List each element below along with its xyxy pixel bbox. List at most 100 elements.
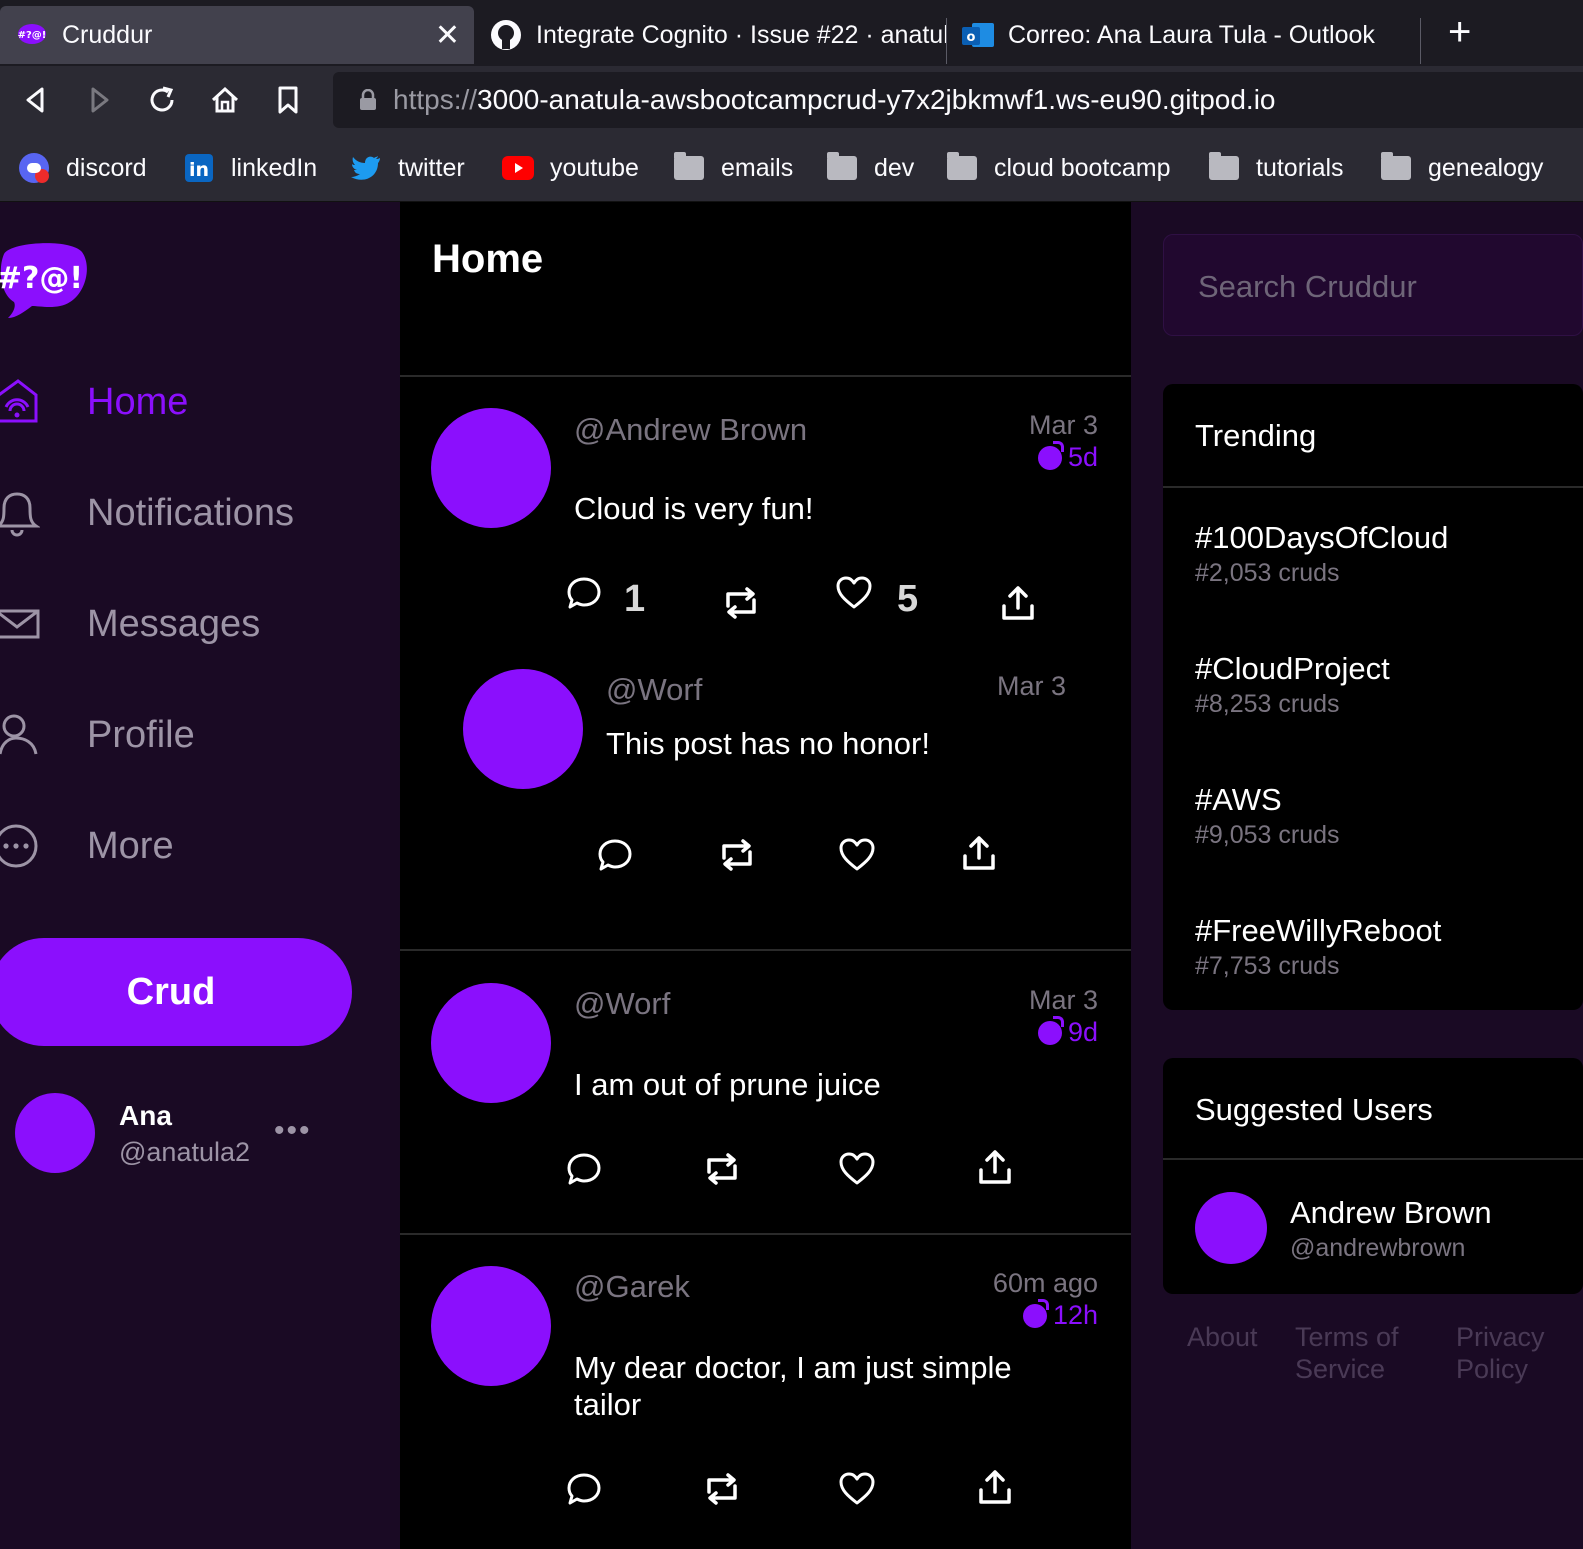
like-icon[interactable] [838,836,876,874]
bookmark-folder-dev[interactable]: dev [826,152,914,184]
share-icon[interactable] [960,834,998,872]
reply-icon[interactable] [565,1150,603,1188]
trending-item-tag[interactable]: #FreeWillyReboot [1195,913,1441,949]
bomb-icon [1022,1298,1049,1328]
sidebar-item-more[interactable]: More [0,816,174,876]
post-expires: 9d [1037,1015,1098,1048]
home-icon [0,377,40,427]
like-icon[interactable] [838,1150,876,1188]
folder-icon [673,152,705,182]
bookmarks-bar: discord in linkedIn twitter youtube emai… [0,134,1583,202]
search-input[interactable]: Search Cruddur [1163,234,1583,336]
bookmark-youtube[interactable]: youtube [502,152,639,184]
avatar[interactable] [15,1093,95,1173]
share-icon[interactable] [999,584,1037,622]
post-handle[interactable]: @Worf [574,986,670,1022]
post-expires: 5d [1037,440,1098,473]
reply-date: Mar 3 [996,671,1066,701]
bookmark-discord[interactable]: discord [18,152,147,184]
sidebar-item-profile[interactable]: Profile [0,705,195,765]
url-text: https://3000-anatula-awsbootcampcrud-y7x… [393,84,1276,115]
current-user-handle: @anatula2 [119,1137,251,1167]
repost-icon[interactable] [718,836,756,874]
twitter-icon [350,154,382,182]
avatar[interactable] [431,408,551,528]
repost-icon[interactable] [703,1470,741,1508]
trending-item-count: #8,253 cruds [1195,690,1340,718]
new-tab-button[interactable]: + [1448,12,1471,52]
bookmark-linkedin[interactable]: in linkedIn [183,152,317,184]
bookmark-twitter[interactable]: twitter [350,152,465,184]
sidebar-item-home[interactable]: Home [0,372,188,432]
svg-text:in: in [189,159,209,181]
browser-tabbar: #?@! Cruddur ✕ Integrate Cognito · Issue… [0,0,1583,66]
url-bar[interactable]: https://3000-anatula-awsbootcampcrud-y7x… [333,72,1583,128]
suggested-user-handle: @andrewbrown [1290,1234,1466,1262]
avatar[interactable] [431,983,551,1103]
tab-outlook[interactable]: o Correo: Ana Laura Tula - Outlook [946,6,1420,64]
avatar[interactable] [1195,1192,1267,1264]
reply-icon[interactable] [565,1470,603,1508]
lock-icon [360,89,376,110]
sidebar-item-messages[interactable]: Messages [0,594,260,654]
footer-link-terms[interactable]: Terms of Service [1295,1321,1425,1385]
forward-icon[interactable] [83,84,115,116]
cruddur-logo[interactable]: #?@! [0,240,90,320]
avatar[interactable] [431,1266,551,1386]
linkedin-icon: in [183,154,215,182]
crud-button[interactable]: Crud [0,938,352,1046]
repost-icon[interactable] [703,1150,741,1188]
footer-link-about[interactable]: About [1187,1321,1258,1353]
avatar[interactable] [463,669,583,789]
trending-title: Trending [1195,418,1317,453]
current-user-name: Ana [119,1100,172,1131]
like-icon[interactable] [835,574,873,612]
share-icon[interactable] [976,1468,1014,1506]
post-handle[interactable]: @Andrew Brown [574,412,807,448]
post-expires: 12h [1022,1298,1098,1331]
sidebar-item-label: Profile [87,713,195,756]
trending-item-tag[interactable]: #CloudProject [1195,651,1390,687]
reply-icon[interactable] [596,836,634,874]
trending-item-tag[interactable]: #100DaysOfCloud [1195,520,1448,556]
bomb-icon [1037,440,1064,470]
like-count: 5 [897,578,919,620]
sidebar-item-label: Notifications [87,491,294,534]
reply-icon[interactable] [565,574,603,612]
svg-text:#?@!: #?@! [18,30,47,41]
like-icon[interactable] [838,1470,876,1508]
folder-icon [1380,152,1412,182]
cruddur-app: #?@! Home Notifications Messages Profile… [0,202,1583,1549]
user-menu-button[interactable]: ••• [274,1114,312,1148]
tab-cruddur[interactable]: #?@! Cruddur ✕ [0,6,474,64]
suggested-users-panel: Suggested Users Andrew Brown @andrewbrow… [1163,1058,1583,1294]
reply-handle[interactable]: @Worf [606,672,702,708]
bookmark-folder-cloud-bootcamp[interactable]: cloud bootcamp [946,152,1171,184]
reload-icon[interactable] [146,84,178,116]
tab-github-issue[interactable]: Integrate Cognito · Issue #22 · anatula [474,6,946,64]
tab-title: Correo: Ana Laura Tula - Outlook [1008,20,1375,49]
bookmark-folder-emails[interactable]: emails [673,152,793,184]
repost-icon[interactable] [722,584,760,622]
suggested-users-title: Suggested Users [1195,1092,1433,1127]
youtube-icon [502,154,534,182]
home-browser-icon[interactable] [209,84,241,116]
folder-icon [826,152,858,182]
trending-panel: Trending #100DaysOfCloud #2,053 cruds #C… [1163,384,1583,1010]
cruddur-favicon-icon: #?@! [16,19,48,51]
post-handle[interactable]: @Garek [574,1269,690,1305]
suggested-user-name[interactable]: Andrew Brown [1290,1195,1492,1231]
bookmark-folder-genealogy[interactable]: genealogy [1380,152,1543,184]
sidebar-item-notifications[interactable]: Notifications [0,483,294,543]
share-icon[interactable] [976,1148,1014,1186]
tab-title: Integrate Cognito · Issue #22 · anatula [536,20,946,49]
bookmark-folder-tutorials[interactable]: tutorials [1208,152,1344,184]
trending-item-tag[interactable]: #AWS [1195,782,1282,818]
discord-icon [18,153,50,183]
github-icon [490,19,522,51]
back-icon[interactable] [20,84,52,116]
bookmark-icon[interactable] [272,84,304,116]
right-column: Search Cruddur Trending #100DaysOfCloud … [1131,202,1583,1549]
close-tab-icon[interactable]: ✕ [435,18,460,53]
footer-link-privacy[interactable]: Privacy Policy [1456,1321,1566,1385]
